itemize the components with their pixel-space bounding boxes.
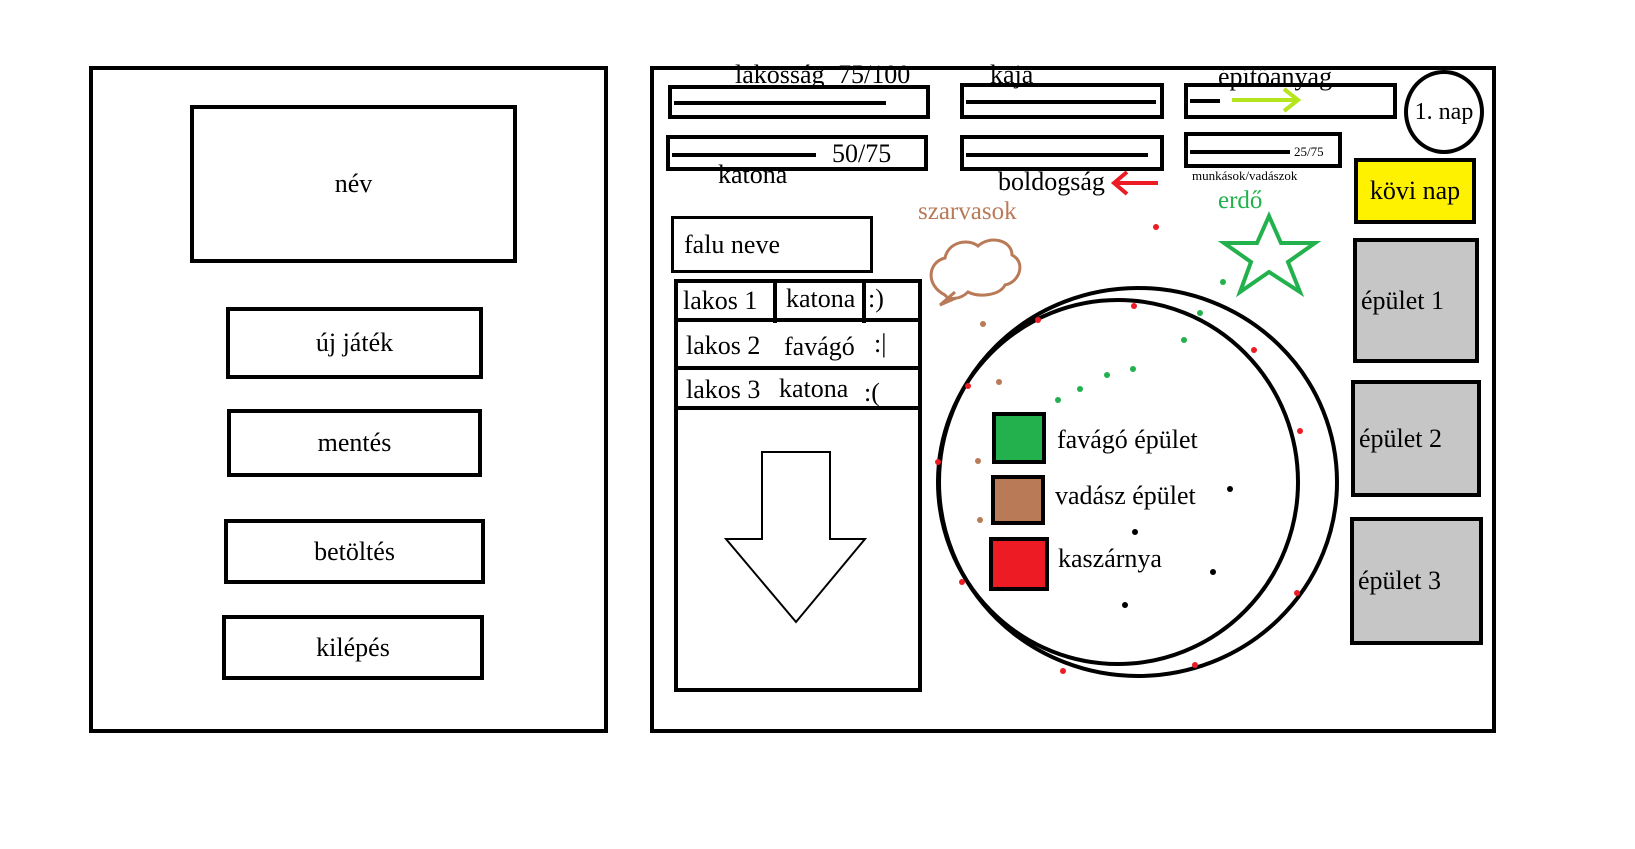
resident-role: favágó (784, 332, 855, 361)
soldiers-value: 50/75 (832, 139, 892, 168)
forest-label: erdő (1218, 187, 1263, 214)
village-name-label: falu neve (684, 229, 781, 259)
building-2-label: épület 2 (1359, 423, 1443, 453)
next-day-button[interactable]: kövi nap (1354, 158, 1476, 224)
resident-name: lakos 3 (686, 375, 761, 404)
row-divider (773, 279, 777, 323)
legend-swatch-lumber (992, 412, 1046, 464)
next-day-label: kövi nap (1369, 176, 1461, 205)
workers-value: 25/75 (1294, 144, 1324, 159)
load-button[interactable]: betöltés (224, 519, 485, 584)
food-label: kaja (990, 60, 1034, 89)
population-label: lakosság (735, 60, 825, 89)
materials-bar-fill (1190, 99, 1220, 103)
building-1-button[interactable]: épület 1 (1353, 238, 1479, 363)
population-value: 75/100 (838, 60, 911, 89)
load-label: betöltés (314, 536, 395, 566)
row-divider (862, 279, 866, 323)
day-counter: 1. nap (1404, 70, 1484, 154)
resident-role: katona (779, 374, 849, 403)
new-game-label: új játék (315, 328, 394, 357)
quit-label: kilépés (316, 632, 390, 662)
resident-mood: :( (864, 378, 880, 407)
happiness-bar-fill (966, 153, 1148, 157)
resident-row[interactable]: lakos 2 favágó :| (674, 322, 922, 370)
building-2-button[interactable]: épület 2 (1351, 380, 1481, 497)
legend-label-lumber: favágó épület (1057, 425, 1198, 454)
food-bar-fill (966, 100, 1156, 104)
building-3-label: épület 3 (1358, 566, 1442, 595)
soldiers-bar-fill (672, 153, 816, 157)
resident-mood: :| (874, 329, 887, 358)
workers-bar-fill (1190, 150, 1290, 154)
building-1-label: épület 1 (1361, 285, 1445, 315)
happiness-bar (960, 135, 1164, 171)
legend-swatch-hunter (991, 475, 1045, 525)
soldiers-label: katona (718, 160, 788, 189)
resident-name: lakos 2 (686, 331, 761, 360)
resident-role: katona (786, 284, 856, 313)
legend-swatch-barracks (989, 537, 1049, 591)
player-name-label: név (334, 169, 373, 198)
resident-row[interactable]: lakos 3 katona :( (674, 370, 922, 410)
village-name-field[interactable]: falu neve (671, 216, 873, 273)
quit-button[interactable]: kilépés (222, 615, 484, 680)
population-bar-fill (674, 101, 886, 105)
workers-label: munkások/vadászok (1192, 168, 1298, 183)
save-label: mentés (317, 428, 392, 457)
save-button[interactable]: mentés (227, 409, 482, 477)
building-3-button[interactable]: épület 3 (1350, 517, 1483, 645)
resident-name: lakos 1 (683, 286, 758, 315)
materials-label: építőanyag (1218, 62, 1333, 91)
deer-label: szarvasok (918, 198, 1017, 225)
player-name-field[interactable]: név (190, 105, 517, 263)
legend-label-hunter: vadász épület (1055, 481, 1196, 510)
resident-row[interactable]: lakos 1 katona :) (674, 279, 922, 323)
happiness-label: boldogság (998, 167, 1105, 196)
legend-label-barracks: kaszárnya (1058, 544, 1162, 573)
population-bar (668, 85, 930, 119)
day-counter-label: 1. nap (1414, 98, 1474, 125)
new-game-button[interactable]: új játék (226, 307, 483, 379)
resident-mood: :) (868, 284, 884, 313)
